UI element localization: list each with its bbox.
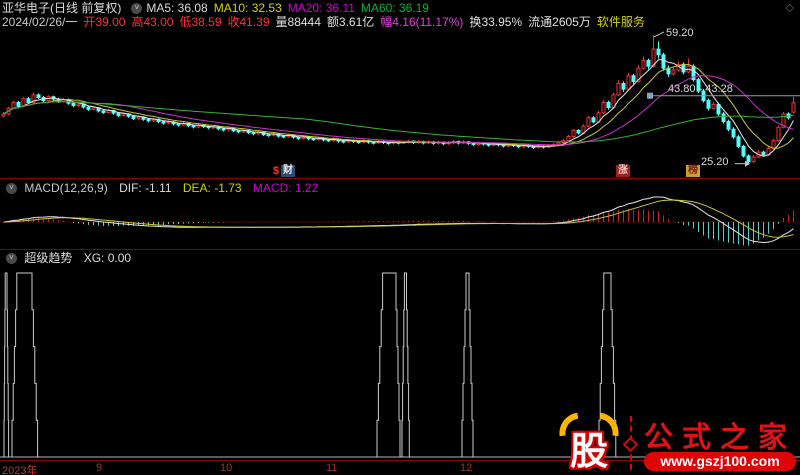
chart-canvas[interactable]	[0, 0, 800, 475]
trend-header: ˅ 超级趋势 XG: 0.00	[2, 251, 139, 265]
hline-price-label[interactable]: 43.80 - 43.28	[668, 83, 733, 95]
macd-panel[interactable]	[0, 197, 800, 246]
high-price-label: 59.20	[666, 27, 694, 39]
axis-label: 11	[326, 462, 337, 474]
axis-label: 10	[220, 462, 232, 474]
event-badge[interactable]: 榜	[686, 165, 700, 177]
event-badge[interactable]: 涨	[616, 165, 630, 177]
macd-header: ˅ MACD(12,26,9) DIF: -1.11 DEA: -1.73 MA…	[2, 181, 326, 195]
macd-dif-value: DIF: -1.11	[119, 181, 171, 195]
divider-main-macd	[0, 178, 800, 179]
watermark-brand: 公式之家	[644, 414, 796, 456]
axis-label: 9	[96, 462, 102, 474]
axis-label: 2023年	[2, 462, 37, 475]
watermark: 股 公式之家 www.gszj100.com	[558, 414, 800, 474]
logo-character: 股	[570, 420, 608, 475]
bull-logo: 股	[558, 414, 624, 472]
collapse-trend-icon[interactable]: ˅	[6, 253, 17, 264]
macd-hist-value: MACD: 1.22	[253, 181, 318, 195]
trend-title: 超级趋势	[24, 251, 72, 265]
axis-label: 12	[460, 462, 472, 474]
stock-app-window: 亚华电子(日线 前复权)˅MA5: 36.08MA10: 32.53MA20: …	[0, 0, 800, 475]
macd-dea-value: DEA: -1.73	[183, 181, 242, 195]
collapse-macd-icon[interactable]: ˅	[6, 183, 17, 194]
kline-panel[interactable]	[2, 35, 795, 165]
low-price-label: 25.20	[701, 156, 729, 168]
event-badge[interactable]: 财	[281, 165, 295, 177]
watermark-diamond-icon	[623, 437, 639, 453]
money-icon: $	[273, 165, 279, 177]
trend-xg-value: XG: 0.00	[84, 251, 131, 265]
divider-macd-trend	[0, 249, 800, 250]
macd-title: MACD(12,26,9)	[24, 181, 107, 195]
watermark-url[interactable]: www.gszj100.com	[644, 452, 796, 471]
